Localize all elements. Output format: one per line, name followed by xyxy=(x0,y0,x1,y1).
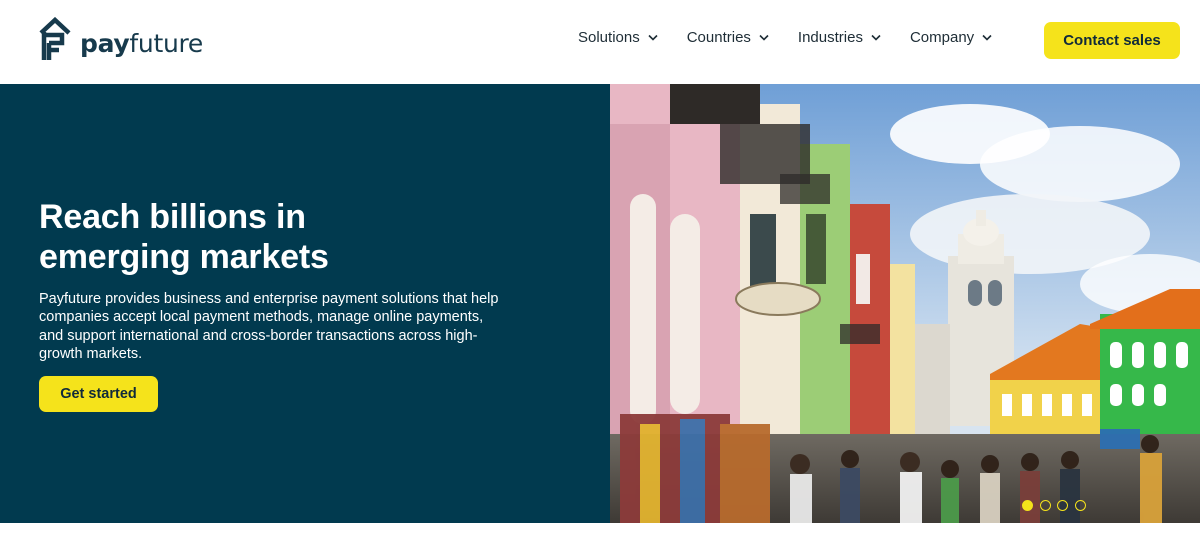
carousel-dots xyxy=(1022,500,1092,511)
chevron-down-icon xyxy=(759,34,769,41)
chevron-down-icon xyxy=(648,34,658,41)
nav-item-label: Countries xyxy=(686,29,751,46)
nav-item-label: Company xyxy=(909,29,975,46)
brand-name-bold: pay xyxy=(80,28,130,58)
site-header: payfuture Solutions Countries Industries… xyxy=(0,0,1200,84)
carousel-dot-4[interactable] xyxy=(1074,500,1086,511)
hero-description: Payfuture provides business and enterpri… xyxy=(39,291,499,362)
carousel-dot-3[interactable] xyxy=(1057,500,1068,511)
carousel-dot-1[interactable] xyxy=(1022,500,1033,511)
main-nav: Solutions Countries Industries Company xyxy=(578,29,992,46)
hero-panel: Reach billions in emerging markets Payfu… xyxy=(0,84,610,523)
nav-item-industries[interactable]: Industries xyxy=(798,29,881,46)
nav-item-label: Solutions xyxy=(578,29,640,46)
page-bottom-spacer xyxy=(0,523,1200,557)
get-started-button[interactable]: Get started xyxy=(39,376,158,412)
brand-logo[interactable]: payfuture xyxy=(38,16,203,64)
nav-item-label: Industries xyxy=(797,29,863,46)
brand-wordmark: payfuture xyxy=(80,29,203,58)
colorful-street-illustration xyxy=(610,84,1200,523)
nav-item-solutions[interactable]: Solutions xyxy=(578,29,658,46)
chevron-down-icon xyxy=(871,34,881,41)
nav-item-countries[interactable]: Countries xyxy=(687,29,769,46)
contact-sales-button[interactable]: Contact sales xyxy=(1044,22,1180,59)
carousel-dot-2[interactable] xyxy=(1039,500,1051,511)
chevron-down-icon xyxy=(982,34,992,41)
hero-title: Reach billions in emerging markets xyxy=(39,197,559,277)
hero-title-line-1: Reach billions in xyxy=(39,198,306,236)
brand-name-rest: future xyxy=(129,28,204,58)
payfuture-logo-icon xyxy=(39,17,71,60)
nav-item-company[interactable]: Company xyxy=(910,29,992,46)
hero-title-line-2: emerging markets xyxy=(39,238,329,276)
hero-photo xyxy=(610,84,1200,523)
